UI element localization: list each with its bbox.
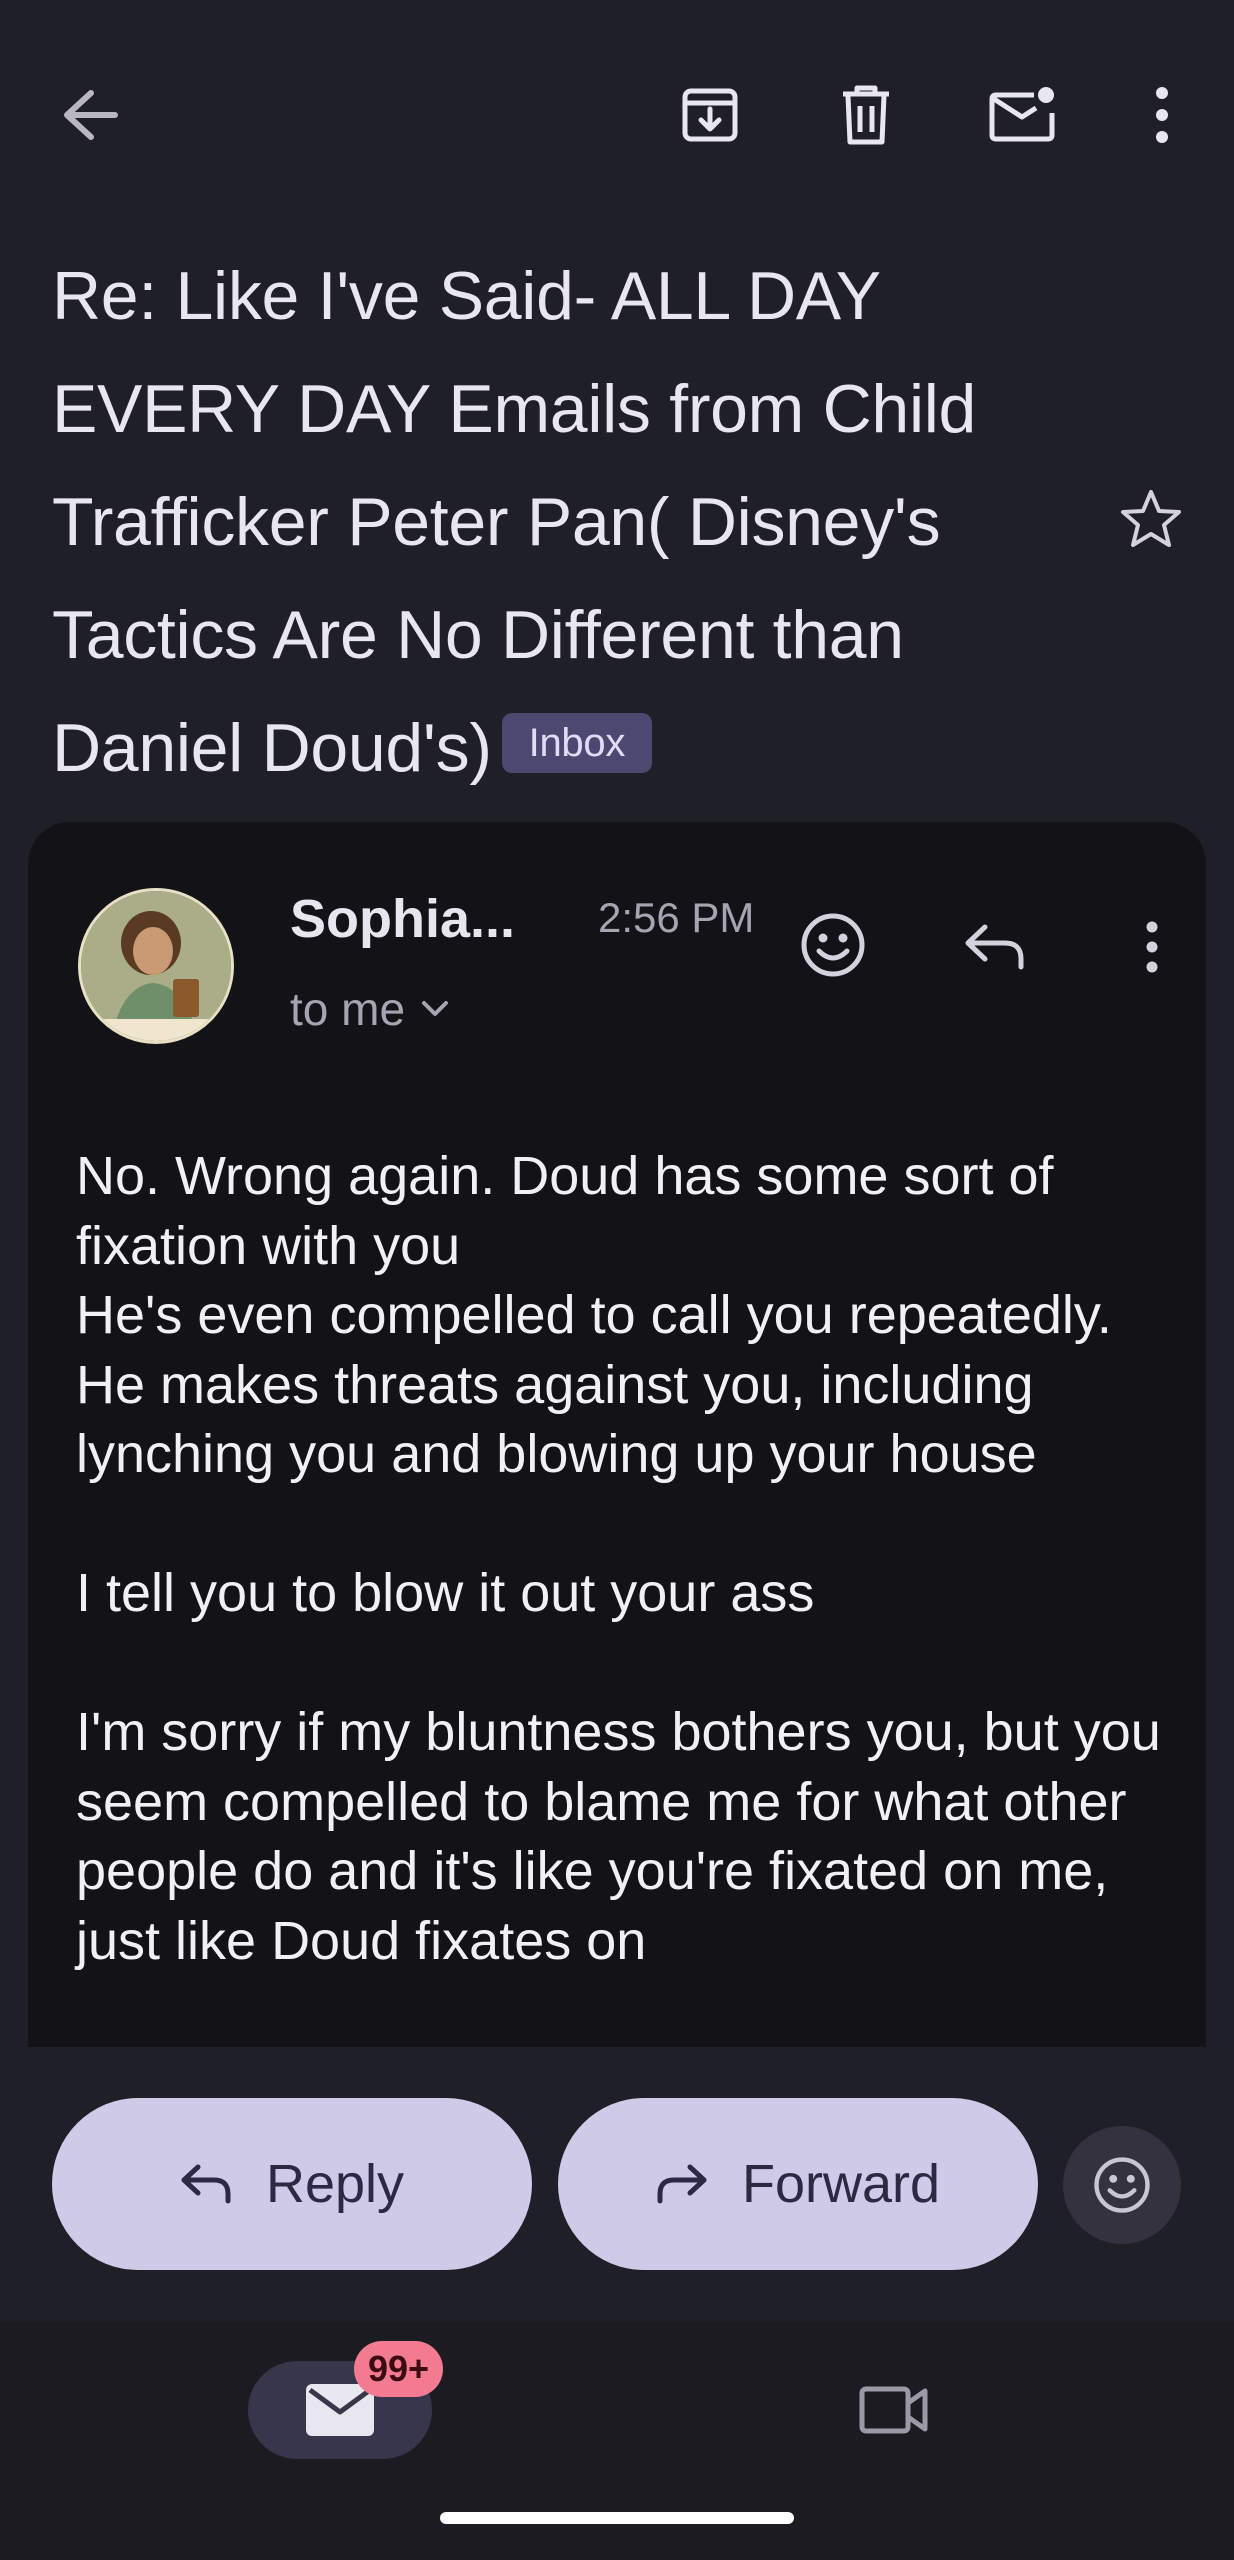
message-more-button[interactable] (1132, 914, 1172, 980)
forward-button[interactable]: Forward (558, 2098, 1038, 2270)
more-vert-icon (1156, 87, 1168, 143)
more-vert-icon (1146, 921, 1158, 973)
back-button[interactable] (50, 80, 130, 150)
add-reaction-button[interactable] (798, 910, 868, 980)
star-button[interactable] (1118, 486, 1184, 552)
forward-icon (657, 2164, 707, 2204)
emoji-icon (1094, 2157, 1150, 2213)
reply-icon (965, 924, 1024, 970)
forward-label: Forward (741, 2154, 941, 2214)
bottom-navigation: 99+ (0, 2322, 1234, 2560)
reply-label: Reply (265, 2154, 405, 2214)
sender-avatar[interactable] (78, 888, 234, 1044)
reply-button[interactable]: Reply (52, 2098, 532, 2270)
home-indicator[interactable] (440, 2512, 794, 2524)
chevron-down-icon (422, 1001, 449, 1016)
star-outline-icon (1121, 490, 1181, 547)
mark-unread-button[interactable] (982, 80, 1064, 150)
video-camera-icon (859, 2386, 928, 2434)
portrait-image (81, 891, 231, 1041)
email-subject: Re: Like I've Said- ALL DAY EVERY DAY Em… (52, 240, 1092, 805)
emoji-icon (801, 913, 865, 977)
reply-icon (181, 2164, 231, 2204)
subject-text: Re: Like I've Said- ALL DAY EVERY DAY Em… (52, 258, 977, 786)
sender-name[interactable]: Sophia... (290, 888, 515, 950)
mark-unread-icon (989, 87, 1055, 142)
mail-icon (306, 2384, 374, 2436)
inbox-label-chip[interactable]: Inbox (501, 713, 653, 774)
delete-button[interactable] (826, 80, 906, 150)
archive-button[interactable] (670, 80, 750, 150)
message-body: No. Wrong again. Doud has some sort of f… (76, 1146, 1161, 1971)
archive-icon (682, 88, 738, 142)
trash-icon (843, 85, 889, 145)
recipient-label: to me (290, 983, 406, 1035)
message-time: 2:56 PM (598, 894, 755, 941)
arrow-back-icon (64, 90, 118, 140)
message-card: Sophia... 2:56 PM to me No. Wrong again.… (28, 822, 1206, 2047)
unread-count-badge: 99+ (354, 2341, 444, 2397)
more-options-button[interactable] (1140, 80, 1184, 150)
message-actions: Reply Forward (0, 2098, 1234, 2270)
react-button[interactable] (1063, 2126, 1181, 2244)
meet-tab[interactable] (854, 2374, 934, 2446)
recipient-details[interactable]: to me (290, 982, 449, 1036)
top-app-bar (0, 0, 1234, 230)
reply-icon-button[interactable] (956, 914, 1032, 980)
